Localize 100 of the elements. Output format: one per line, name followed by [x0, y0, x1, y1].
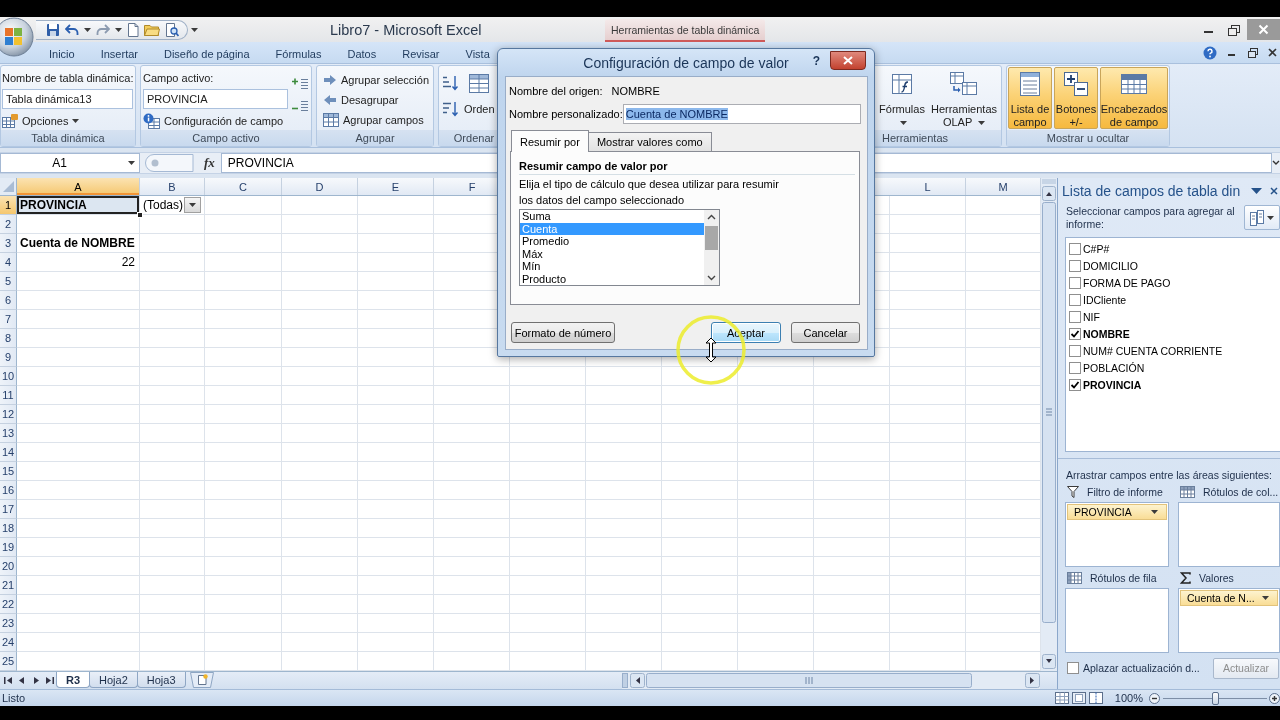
next-sheet-icon[interactable]	[31, 676, 41, 685]
sheet-tab[interactable]: Hoja3	[136, 672, 186, 688]
list-scrollbar[interactable]	[704, 210, 719, 285]
options-button[interactable]: Opciones	[2, 112, 80, 129]
row-header[interactable]: 5	[0, 272, 17, 291]
caret-icon[interactable]	[115, 27, 122, 32]
folder-icon[interactable]	[144, 23, 160, 36]
ribbon-tab[interactable]: Vista	[463, 44, 493, 63]
dialog-button[interactable]: Formato de número	[511, 322, 615, 343]
column-header[interactable]: A	[17, 178, 140, 195]
minus-lines-icon[interactable]	[291, 99, 309, 113]
office-orb-icon[interactable]	[0, 17, 34, 57]
row-header[interactable]: 12	[0, 405, 17, 424]
previous-sheet-icon[interactable]	[17, 676, 27, 685]
tool-button[interactable]: Fórmulas	[876, 67, 928, 129]
row-header[interactable]: 25	[0, 652, 17, 671]
row-header[interactable]: 10	[0, 367, 17, 386]
undo-icon[interactable]	[65, 23, 79, 36]
checkbox[interactable]	[1069, 327, 1081, 340]
close-icon[interactable]	[1270, 186, 1278, 195]
row-header[interactable]: 19	[0, 538, 17, 557]
column-header[interactable]: C	[205, 178, 282, 195]
group-button[interactable]: Desagrupar	[323, 90, 399, 110]
first-sheet-icon[interactable]	[3, 676, 13, 685]
column-header[interactable]: E	[358, 178, 434, 195]
checkbox[interactable]	[1069, 276, 1081, 289]
row-header[interactable]: 8	[0, 329, 17, 348]
column-header[interactable]: D	[282, 178, 358, 195]
toggle-button[interactable]: Encabezados de campo	[1100, 67, 1168, 129]
row-header[interactable]: 22	[0, 595, 17, 614]
row-header[interactable]: 20	[0, 557, 17, 576]
normal-view-icon[interactable]	[1054, 692, 1069, 704]
page-break-icon[interactable]	[1088, 692, 1103, 704]
custom-name-field[interactable]: Cuenta de NOMBRE	[622, 104, 861, 124]
caret-icon[interactable]	[84, 27, 91, 32]
insert-function-button[interactable]: fx	[204, 155, 215, 171]
field-settings-button[interactable]: Configuración de campo	[143, 112, 284, 129]
list-item[interactable]: Promedio	[520, 235, 704, 248]
field-chip[interactable]: Cuenta de N...	[1180, 590, 1278, 606]
row-header[interactable]: 16	[0, 481, 17, 500]
row-header[interactable]: 11	[0, 386, 17, 405]
layout-button[interactable]	[1244, 205, 1280, 230]
help-button[interactable]: ?	[812, 53, 820, 68]
dialog-button[interactable]: Cancelar	[791, 322, 860, 343]
ribbon-tab[interactable]: Revisar	[399, 44, 442, 63]
caret-icon[interactable]	[1251, 187, 1262, 194]
insert-sheet-icon[interactable]	[189, 672, 214, 688]
checkbox[interactable]	[1069, 310, 1081, 323]
checkbox[interactable]	[1069, 361, 1081, 374]
active-field-field[interactable]: PROVINCIA	[143, 89, 288, 109]
row-header[interactable]: 9	[0, 348, 17, 367]
row-header[interactable]: 6	[0, 291, 17, 310]
sheet-tab[interactable]: Hoja2	[89, 672, 138, 688]
page-layout-icon[interactable]	[1071, 692, 1086, 704]
slider-thumb[interactable]	[1211, 691, 1219, 705]
list-item[interactable]: Mín	[520, 260, 704, 273]
fill-handle[interactable]	[137, 212, 143, 218]
dialog-tab[interactable]: Resumir por	[511, 130, 589, 152]
checkbox[interactable]	[1069, 242, 1081, 255]
group-button[interactable]: Agrupar campos	[323, 110, 424, 130]
list-item[interactable]: Producto	[520, 272, 704, 285]
row-header[interactable]: 21	[0, 576, 17, 595]
row-header[interactable]: 7	[0, 310, 17, 329]
pivot-name-field[interactable]: Tabla dinámica13	[2, 89, 133, 109]
checkbox[interactable]	[1069, 293, 1081, 306]
row-header[interactable]: 23	[0, 614, 17, 633]
row-header[interactable]: 2	[0, 215, 17, 234]
column-header[interactable]: L	[890, 178, 966, 195]
toggle-button[interactable]: Lista de campo	[1008, 67, 1052, 129]
row-header[interactable]: 17	[0, 500, 17, 519]
list-item[interactable]: Máx	[520, 247, 704, 260]
restore-icon[interactable]	[1247, 47, 1259, 58]
caret-icon[interactable]	[191, 27, 198, 32]
column-header[interactable]: F	[434, 178, 496, 195]
tool-button[interactable]: Herramientas OLAP	[928, 67, 1000, 129]
close-icon[interactable]	[1268, 48, 1277, 57]
field-chip[interactable]: PROVINCIA	[1067, 504, 1167, 520]
row-header[interactable]: 18	[0, 519, 17, 538]
zoom-slider[interactable]	[1163, 691, 1267, 705]
redo-icon[interactable]	[96, 23, 110, 36]
row-header[interactable]: 15	[0, 462, 17, 481]
toggle-button[interactable]: Botones +/-	[1054, 67, 1098, 129]
checkbox[interactable]	[1069, 259, 1081, 272]
ribbon-tab[interactable]: Datos	[344, 44, 379, 63]
name-box[interactable]: A1	[0, 153, 140, 173]
ribbon-tab[interactable]: Inicio	[46, 44, 78, 63]
sort-button[interactable]: Orden	[463, 67, 496, 129]
checkbox[interactable]	[1069, 378, 1081, 391]
zoom-in-icon[interactable]	[1269, 692, 1280, 704]
sheet-tab[interactable]: R3	[56, 672, 91, 688]
column-header[interactable]: B	[140, 178, 205, 195]
list-item[interactable]: Suma	[520, 210, 704, 223]
plus-lines-icon[interactable]	[291, 77, 309, 91]
vertical-scrollbar[interactable]	[1041, 178, 1057, 671]
row-header[interactable]: 24	[0, 633, 17, 652]
new-document-icon[interactable]	[127, 22, 139, 37]
row-header[interactable]: 14	[0, 443, 17, 462]
ribbon-tab[interactable]: Fórmulas	[273, 44, 324, 63]
row-header[interactable]: 1	[0, 196, 17, 215]
group-button[interactable]: Agrupar selección	[323, 70, 430, 90]
